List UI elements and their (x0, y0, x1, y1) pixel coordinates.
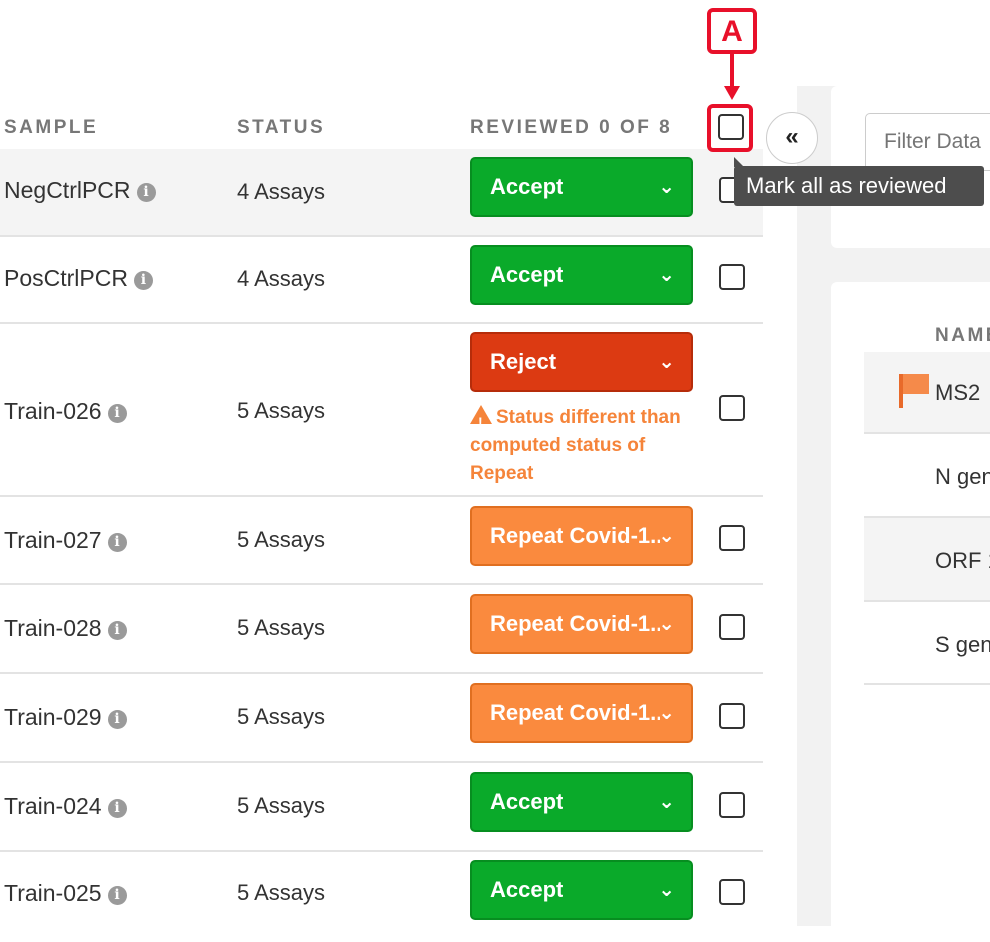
table-row: Train-027 i 5 Assays Repeat Covid-1... ⌄ (0, 497, 763, 585)
chevron-down-icon: ⌄ (658, 613, 675, 635)
decision-label: Repeat Covid-1... (490, 523, 660, 548)
collapse-panel-button[interactable]: « (766, 112, 818, 164)
info-icon[interactable]: i (107, 621, 127, 640)
decision-label: Repeat Covid-1... (490, 700, 660, 725)
table-row: Train-024 i 5 Assays Accept ⌄ (0, 763, 763, 852)
annotation-arrow-head (724, 86, 740, 100)
assay-row[interactable]: MS2 (864, 352, 990, 434)
sample-cell: Train-027 i (4, 527, 127, 554)
warning-text: Status different than computed status of… (470, 407, 681, 484)
table-row: Train-029 i 5 Assays Repeat Covid-1... ⌄ (0, 674, 763, 763)
status-cell: 5 Assays (237, 793, 326, 818)
tooltip: Mark all as reviewed (734, 157, 984, 206)
table-row: Train-026 i 5 Assays Reject ⌄ ! Status diff… (0, 324, 763, 497)
sample-name: Train-029 (4, 704, 102, 730)
annotation-callout: A (707, 8, 757, 54)
reviewed-checkbox[interactable] (719, 792, 745, 818)
decision-dropdown[interactable]: Accept ⌄ (470, 860, 693, 920)
chevron-down-icon: ⌄ (658, 176, 675, 198)
reviewed-checkbox[interactable] (719, 525, 745, 551)
chevron-down-icon: ⌄ (658, 791, 675, 813)
assay-name: ORF 1 (935, 548, 990, 573)
info-icon[interactable]: i (107, 533, 127, 552)
decision-label: Reject (490, 349, 557, 374)
info-icon[interactable]: i (136, 183, 156, 202)
samples-table: SAMPLE STATUS REVIEWED 0 OF 8 NegCtrlPCR… (0, 0, 763, 926)
decision-label: Accept (490, 877, 564, 902)
info-icon[interactable]: i (107, 710, 127, 729)
assay-name: MS2 (935, 380, 981, 405)
column-header-name: NAME (935, 325, 990, 346)
decision-dropdown[interactable]: Reject ⌄ (470, 332, 693, 392)
decision-dropdown[interactable]: Repeat Covid-1... ⌄ (470, 506, 693, 566)
chevron-down-icon: ⌄ (658, 264, 675, 286)
sample-name: NegCtrlPCR (4, 177, 131, 203)
sample-name: Train-027 (4, 527, 102, 553)
table-row: Train-025 i 5 Assays Accept ⌄ (0, 852, 763, 926)
column-header-sample: SAMPLE (4, 117, 99, 138)
chevron-down-icon: ⌄ (658, 351, 675, 373)
filter-data-input[interactable] (865, 113, 990, 171)
assay-name: S gene (935, 632, 990, 657)
status-cell: 5 Assays (237, 704, 326, 729)
status-warning: ! Status different than computed status o… (470, 404, 700, 488)
reviewed-checkbox[interactable] (719, 614, 745, 640)
sample-name: Train-026 (4, 398, 102, 424)
decision-dropdown[interactable]: Repeat Covid-1... ⌄ (470, 594, 693, 654)
info-icon[interactable]: i (107, 886, 127, 905)
assay-row[interactable]: S gene (864, 602, 990, 685)
annotation-arrow (730, 54, 734, 90)
sample-cell: Train-025 i (4, 880, 127, 907)
sample-cell: NegCtrlPCR i (4, 177, 156, 204)
column-header-status: STATUS (237, 117, 326, 138)
sample-name: Train-024 (4, 793, 102, 819)
decision-label: Accept (490, 174, 564, 199)
table-row: PosCtrlPCR i 4 Assays Accept ⌄ (0, 237, 763, 324)
status-cell: 4 Assays (237, 266, 326, 291)
assay-row[interactable]: ORF 1 (864, 518, 990, 602)
sample-name: Train-025 (4, 880, 102, 906)
table-row: NegCtrlPCR i 4 Assays Accept ⌄ (0, 149, 763, 237)
sample-name: Train-028 (4, 615, 102, 641)
chevron-down-icon: ⌄ (658, 879, 675, 901)
status-cell: 5 Assays (237, 398, 326, 423)
decision-label: Accept (490, 789, 564, 814)
flag-icon (899, 374, 929, 408)
annotation-highlight (707, 104, 753, 152)
reviewed-checkbox[interactable] (719, 395, 745, 421)
sample-name: PosCtrlPCR (4, 265, 128, 291)
sample-cell: PosCtrlPCR i (4, 265, 153, 292)
assay-name: N gene (935, 464, 990, 489)
assay-row[interactable]: N gene (864, 434, 990, 518)
status-cell: 5 Assays (237, 527, 326, 552)
decision-dropdown[interactable]: Accept ⌄ (470, 245, 693, 305)
status-cell: 5 Assays (237, 615, 326, 640)
reviewed-checkbox[interactable] (719, 703, 745, 729)
chevron-down-icon: ⌄ (658, 702, 675, 724)
status-cell: 5 Assays (237, 880, 326, 905)
warning-icon: ! (470, 405, 492, 430)
sample-cell: Train-026 i (4, 398, 127, 425)
status-cell: 4 Assays (237, 179, 326, 204)
decision-label: Repeat Covid-1... (490, 611, 660, 636)
decision-label: Accept (490, 262, 564, 287)
decision-dropdown[interactable]: Accept ⌄ (470, 772, 693, 832)
column-header-reviewed: REVIEWED 0 OF 8 (470, 117, 673, 138)
sample-cell: Train-028 i (4, 615, 127, 642)
reviewed-checkbox[interactable] (719, 264, 745, 290)
chevron-down-icon: ⌄ (658, 525, 675, 547)
info-icon[interactable]: i (107, 404, 127, 423)
info-icon[interactable]: i (107, 799, 127, 818)
sample-cell: Train-024 i (4, 793, 127, 820)
table-row: Train-028 i 5 Assays Repeat Covid-1... ⌄ (0, 585, 763, 674)
info-icon[interactable]: i (133, 271, 153, 290)
sample-cell: Train-029 i (4, 704, 127, 731)
decision-dropdown[interactable]: Repeat Covid-1... ⌄ (470, 683, 693, 743)
decision-dropdown[interactable]: Accept ⌄ (470, 157, 693, 217)
reviewed-checkbox[interactable] (719, 879, 745, 905)
